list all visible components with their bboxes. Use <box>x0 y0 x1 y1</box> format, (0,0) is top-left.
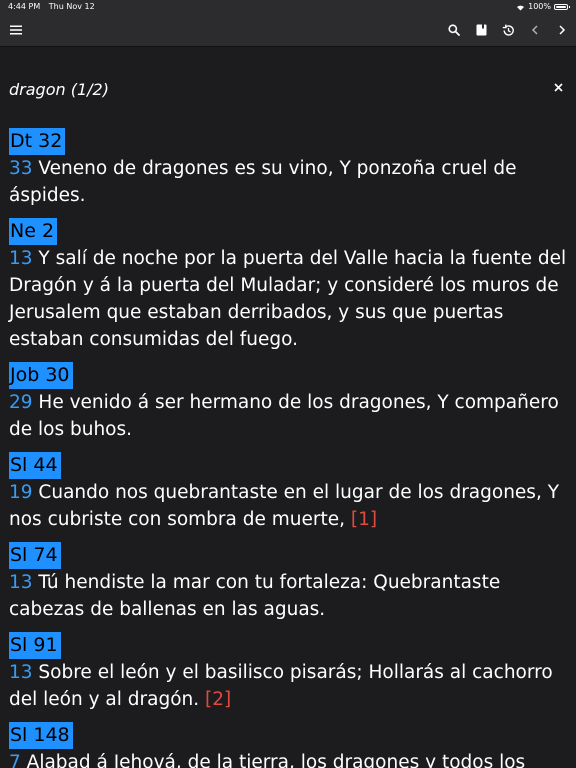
verse-number: 29 <box>9 392 33 413</box>
status-date: Thu Nov 12 <box>48 2 95 11</box>
verse-number: 33 <box>9 158 33 179</box>
results-list: Dt 32 33 Veneno de dragones es su vino, … <box>9 128 569 768</box>
verse-number: 13 <box>9 248 33 269</box>
list-item[interactable]: Job 30 29 He venido á ser hermano de los… <box>9 362 569 443</box>
search-query-label: dragon (1/2) <box>9 80 109 99</box>
verse-number: 7 <box>9 752 21 768</box>
list-item[interactable]: Sl 148 7 Alabad á Jehová, de la tierra, … <box>9 722 569 768</box>
verse-body: Sobre el león y el basilisco pisarás; Ho… <box>9 662 553 710</box>
verse-number: 13 <box>9 572 33 593</box>
search-results-panel: dragon (1/2) Dt 32 33 Veneno de dragones… <box>0 47 576 768</box>
search-button[interactable] <box>444 20 464 40</box>
reference-badge[interactable]: Job 30 <box>9 362 73 389</box>
status-left: 4:44 PM Thu Nov 12 <box>8 0 101 14</box>
verse-body: Y salí de noche por la puerta del Valle … <box>9 248 567 350</box>
menu-button[interactable] <box>6 20 26 40</box>
verse-body: He venido á ser hermano de los dragones,… <box>9 392 559 440</box>
menu-icon <box>10 25 22 35</box>
verse-text: 29 He venido á ser hermano de los dragon… <box>9 389 569 443</box>
list-item[interactable]: Ne 2 13 Y salí de noche por la puerta de… <box>9 218 569 353</box>
book-icon <box>476 24 486 36</box>
status-time: 4:44 PM <box>8 2 41 11</box>
verse-body: Alabad á Jehová, de la tierra, los drago… <box>20 752 526 768</box>
footnote-link[interactable]: [2] <box>205 689 231 710</box>
footnote-link[interactable]: [1] <box>351 509 377 530</box>
verse-text: 13 Tú hendiste la mar con tu fortaleza: … <box>9 569 569 623</box>
reference-badge[interactable]: Dt 32 <box>9 128 66 155</box>
status-bar: 4:44 PM Thu Nov 12 100% <box>0 0 576 14</box>
reference-badge[interactable]: Sl 91 <box>9 632 61 659</box>
verse-text: 7 Alabad á Jehová, de la tierra, los dra… <box>9 749 569 768</box>
list-item[interactable]: Sl 74 13 Tú hendiste la mar con tu forta… <box>9 542 569 623</box>
verse-text: 13 Sobre el león y el basilisco pisarás;… <box>9 659 569 713</box>
bible-button[interactable] <box>471 20 491 40</box>
verse-body: Tú hendiste la mar con tu fortaleza: Que… <box>9 572 501 620</box>
verse-text: 33 Veneno de dragones es su vino, Y ponz… <box>9 155 569 209</box>
verse-text: 13 Y salí de noche por la puerta del Val… <box>9 245 569 353</box>
next-button[interactable] <box>552 20 572 40</box>
chevron-right-icon <box>559 25 566 35</box>
verse-body: Veneno de dragones es su vino, Y ponzoña… <box>9 158 517 206</box>
history-icon <box>502 24 514 36</box>
list-item[interactable]: Dt 32 33 Veneno de dragones es su vino, … <box>9 128 569 209</box>
toolbar <box>0 14 576 47</box>
verse-number: 19 <box>9 482 33 503</box>
previous-button[interactable] <box>525 20 545 40</box>
verse-body: Cuando nos quebrantaste en el lugar de l… <box>9 482 560 530</box>
close-search-button[interactable] <box>550 79 566 95</box>
wifi-icon <box>517 5 525 10</box>
reference-badge[interactable]: Sl 44 <box>9 452 61 479</box>
chevron-left-icon <box>531 25 538 35</box>
history-button[interactable] <box>498 20 518 40</box>
close-icon <box>553 82 563 92</box>
battery-icon <box>554 4 570 10</box>
verse-number: 13 <box>9 662 33 683</box>
reference-badge[interactable]: Sl 148 <box>9 722 73 749</box>
reference-badge[interactable]: Ne 2 <box>9 218 58 245</box>
search-icon <box>448 24 460 36</box>
reference-badge[interactable]: Sl 74 <box>9 542 61 569</box>
battery-percent: 100% <box>528 2 551 11</box>
list-item[interactable]: Sl 44 19 Cuando nos quebrantaste en el l… <box>9 452 569 533</box>
status-right: 100% <box>516 0 570 14</box>
list-item[interactable]: Sl 91 13 Sobre el león y el basilisco pi… <box>9 632 569 713</box>
verse-text: 19 Cuando nos quebrantaste en el lugar d… <box>9 479 569 533</box>
